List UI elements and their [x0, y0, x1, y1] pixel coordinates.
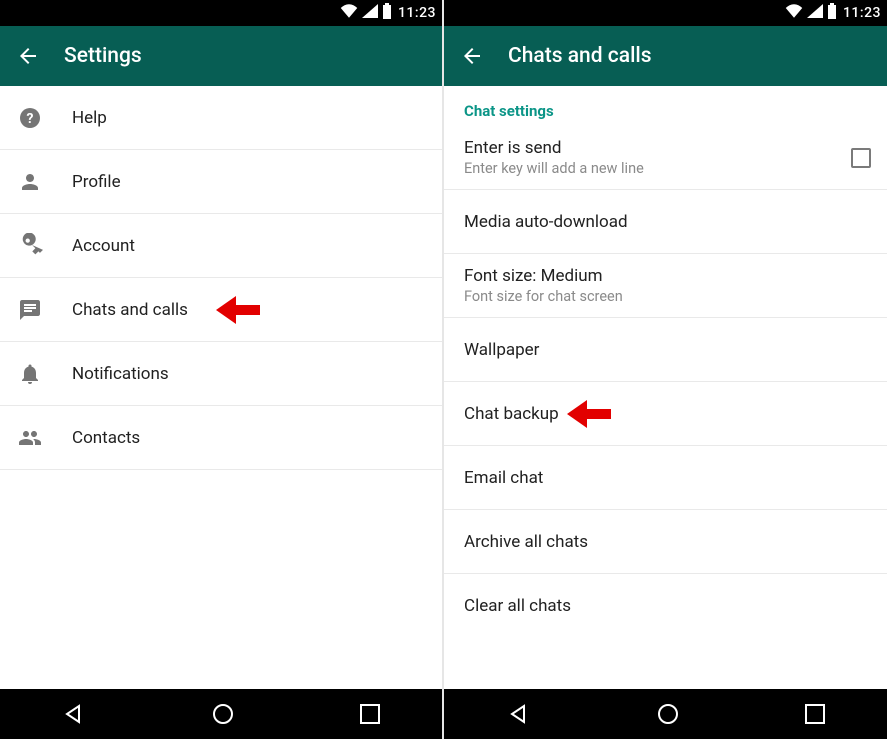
status-time: 11:23: [398, 5, 436, 21]
person-icon: [16, 170, 44, 194]
item-label: Wallpaper: [464, 340, 871, 360]
nav-back-icon[interactable]: [62, 702, 86, 726]
item-label: Archive all chats: [464, 532, 871, 552]
bell-icon: [16, 362, 44, 386]
item-label: Font size: Medium: [464, 266, 871, 286]
chat-settings-list: Chat settings Enter is send Enter key wi…: [444, 86, 887, 689]
nav-home-icon[interactable]: [656, 702, 680, 726]
item-label: Enter is send: [464, 138, 851, 158]
help-icon: ?: [16, 106, 44, 130]
setting-email-chat[interactable]: Email chat: [444, 446, 887, 510]
item-label: Contacts: [72, 428, 426, 448]
wifi-icon: [340, 4, 358, 22]
section-header: Chat settings: [444, 86, 887, 126]
phone-right: 11:23 Chats and calls Chat settings Ente…: [444, 0, 887, 739]
item-sublabel: Enter key will add a new line: [464, 160, 851, 177]
settings-list: ? Help Profile Account Chats and calls: [0, 86, 442, 689]
item-label: Notifications: [72, 364, 426, 384]
setting-wallpaper[interactable]: Wallpaper: [444, 318, 887, 382]
key-icon: [16, 233, 44, 259]
settings-item-profile[interactable]: Profile: [0, 150, 442, 214]
nav-bar: [0, 689, 442, 739]
item-sublabel: Font size for chat screen: [464, 288, 871, 305]
back-arrow-icon[interactable]: [460, 44, 484, 68]
signal-icon: [362, 4, 378, 22]
item-label: Media auto-download: [464, 212, 871, 232]
settings-item-chats[interactable]: Chats and calls: [0, 278, 442, 342]
battery-icon: [382, 3, 392, 23]
item-label: Email chat: [464, 468, 871, 488]
nav-recent-icon[interactable]: [805, 704, 825, 724]
setting-media-auto-download[interactable]: Media auto-download: [444, 190, 887, 254]
item-label: Clear all chats: [464, 596, 871, 616]
wifi-icon: [785, 4, 803, 22]
item-label: Account: [72, 236, 426, 256]
setting-archive-all[interactable]: Archive all chats: [444, 510, 887, 574]
setting-clear-all[interactable]: Clear all chats: [444, 574, 887, 638]
setting-chat-backup[interactable]: Chat backup: [444, 382, 887, 446]
svg-text:?: ?: [27, 111, 34, 127]
page-title: Chats and calls: [508, 44, 652, 68]
setting-font-size[interactable]: Font size: Medium Font size for chat scr…: [444, 254, 887, 318]
annotation-arrow: [220, 302, 260, 318]
chat-icon: [16, 298, 44, 322]
nav-bar: [444, 689, 887, 739]
contacts-icon: [16, 426, 44, 450]
item-label: Profile: [72, 172, 426, 192]
status-time: 11:23: [843, 5, 881, 21]
settings-item-help[interactable]: ? Help: [0, 86, 442, 150]
status-bar: 11:23: [444, 0, 887, 26]
signal-icon: [807, 4, 823, 22]
setting-enter-is-send[interactable]: Enter is send Enter key will add a new l…: [444, 126, 887, 190]
nav-home-icon[interactable]: [211, 702, 235, 726]
item-label: Chats and calls: [72, 300, 188, 320]
battery-icon: [827, 3, 837, 23]
phone-left: 11:23 Settings ? Help Profile Account: [0, 0, 442, 739]
nav-back-icon[interactable]: [507, 702, 531, 726]
item-label: Help: [72, 108, 426, 128]
item-label: Chat backup: [464, 404, 559, 424]
app-bar: Chats and calls: [444, 26, 887, 86]
app-bar: Settings: [0, 26, 442, 86]
status-bar: 11:23: [0, 0, 442, 26]
settings-item-contacts[interactable]: Contacts: [0, 406, 442, 470]
checkbox[interactable]: [851, 148, 871, 168]
nav-recent-icon[interactable]: [360, 704, 380, 724]
back-arrow-icon[interactable]: [16, 44, 40, 68]
settings-item-notifications[interactable]: Notifications: [0, 342, 442, 406]
settings-item-account[interactable]: Account: [0, 214, 442, 278]
page-title: Settings: [64, 44, 142, 68]
annotation-arrow: [571, 406, 611, 422]
